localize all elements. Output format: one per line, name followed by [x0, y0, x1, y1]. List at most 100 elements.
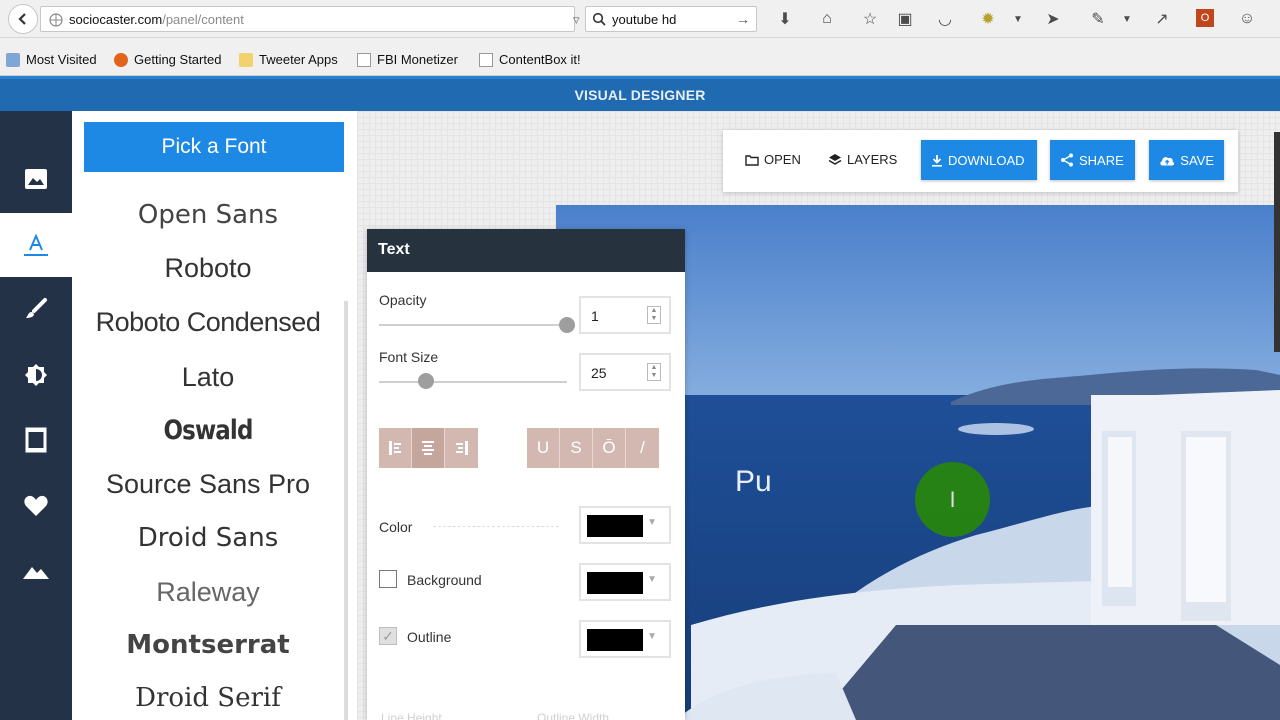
chevron-down-icon[interactable]: ▼ [1117, 9, 1137, 29]
back-button[interactable] [8, 4, 38, 34]
bookmarks-bar: Most Visited Getting Started Tweeter App… [0, 38, 1280, 76]
search-icon [592, 12, 606, 26]
chevron-down-icon[interactable]: ▼ [1008, 9, 1028, 29]
star-icon[interactable]: ☆ [860, 9, 880, 29]
download-button[interactable]: DOWNLOAD [921, 140, 1037, 180]
font-option-raleway[interactable]: Raleway [72, 577, 344, 608]
save-button[interactable]: SAVE [1149, 140, 1224, 180]
rail-item-favorites[interactable] [0, 474, 72, 538]
color-label: Color [379, 519, 413, 535]
rail-item-adjust[interactable] [0, 343, 72, 407]
outline-checkbox[interactable]: ✓ [379, 627, 397, 645]
bookmark-most-visited[interactable]: Most Visited [6, 52, 97, 67]
landscape-icon [23, 567, 49, 579]
opacity-slider-thumb[interactable] [559, 317, 575, 333]
italic-button[interactable]: / [626, 428, 659, 468]
background-checkbox[interactable] [379, 570, 397, 588]
font-option-roboto[interactable]: Roboto [72, 253, 344, 284]
folder-icon [239, 52, 253, 67]
send-icon[interactable]: ➤ [1043, 9, 1063, 29]
font-option-roboto-condensed[interactable]: Roboto Condensed [72, 307, 344, 338]
outline-width-label: Outline Width [537, 711, 610, 720]
rail-item-images[interactable] [0, 147, 72, 211]
extension-icon[interactable]: ✹ [978, 9, 998, 29]
search-bar[interactable]: youtube hd → [585, 6, 757, 32]
app-title: VISUAL DESIGNER [574, 87, 706, 103]
download-icon [932, 154, 942, 167]
font-option-droid-sans[interactable]: Droid Sans [72, 523, 344, 553]
bookmark-tweeter-apps[interactable]: Tweeter Apps [239, 52, 338, 67]
font-option-lato[interactable]: Lato [72, 362, 344, 393]
color-swatch [587, 515, 643, 537]
font-option-open-sans[interactable]: Open Sans [72, 200, 344, 230]
dropdown-arrow-icon[interactable]: ▿ [573, 12, 580, 28]
font-size-label: Font Size [379, 349, 439, 365]
rail-item-brush[interactable] [0, 277, 72, 341]
chat-icon[interactable]: ☺ [1237, 9, 1257, 29]
outline-label: Outline [407, 629, 452, 645]
overline-button[interactable]: Ō [593, 428, 626, 468]
text-cursor-icon: I [949, 486, 956, 512]
chevron-down-icon: ▼ [647, 631, 657, 642]
layers-button[interactable]: LAYERS [828, 152, 897, 167]
addon-icon[interactable]: ✎ [1088, 9, 1108, 29]
text-icon [24, 233, 48, 256]
font-panel: Pick a Font Open Sans Roboto Roboto Cond… [72, 111, 357, 720]
align-center-icon [422, 441, 434, 455]
font-size-slider-thumb[interactable] [418, 373, 434, 389]
canvas-text-layer[interactable]: Pu [735, 465, 772, 499]
font-option-montserrat[interactable]: Montserrat [72, 630, 344, 660]
url-bar[interactable]: sociocaster.com/panel/content ▿ ↻ [40, 6, 605, 32]
font-panel-scrollbar[interactable] [344, 301, 348, 720]
underline-button[interactable]: U [527, 428, 560, 468]
frame-icon [25, 427, 47, 453]
strikethrough-button[interactable]: S [560, 428, 593, 468]
bookmark-contentbox[interactable]: ContentBox it! [479, 52, 581, 67]
background-color-picker[interactable]: ▼ [579, 563, 671, 601]
url-text: sociocaster.com/panel/content [69, 12, 244, 27]
opacity-label: Opacity [379, 292, 427, 308]
text-color-picker[interactable]: ▼ [579, 506, 671, 544]
pin-icon[interactable]: ↗ [1152, 9, 1172, 29]
text-panel-title: Text [367, 229, 685, 272]
clipboard-icon[interactable]: ▣ [895, 9, 915, 29]
bookmark-folder-icon [6, 52, 20, 67]
pocket-icon[interactable]: ◡ [935, 9, 955, 29]
font-size-slider[interactable] [379, 381, 567, 383]
color-swatch [587, 572, 643, 594]
folder-icon [745, 154, 759, 166]
adjust-icon [25, 364, 47, 386]
office-icon[interactable]: O [1196, 9, 1214, 27]
font-option-droid-serif[interactable]: Droid Serif [72, 683, 344, 713]
text-properties-panel: Text Opacity 1 ▲ ▼ Font Size 25 ▲ ▼ U S Ō … [367, 229, 685, 720]
color-swatch [587, 629, 643, 651]
outline-color-picker[interactable]: ▼ [579, 620, 671, 658]
align-left-icon [389, 441, 401, 455]
stepper-icon[interactable]: ▲ ▼ [647, 306, 661, 324]
open-button[interactable]: OPEN [745, 152, 801, 167]
bookmark-fbi-monetizer[interactable]: FBI Monetizer [357, 52, 458, 67]
align-center-button[interactable] [412, 428, 445, 468]
home-icon[interactable]: ⌂ [817, 9, 837, 29]
background-label: Background [407, 572, 482, 588]
bookmark-getting-started[interactable]: Getting Started [114, 52, 221, 67]
align-right-button[interactable] [445, 428, 478, 468]
opacity-input[interactable]: 1 ▲ ▼ [579, 296, 671, 334]
font-option-source-sans-pro[interactable]: Source Sans Pro [72, 469, 344, 500]
rail-item-frame[interactable] [0, 408, 72, 472]
download-arrow-icon[interactable]: ⬇ [775, 9, 795, 29]
opacity-slider[interactable] [379, 324, 567, 326]
rail-item-backgrounds[interactable] [0, 539, 72, 603]
search-query: youtube hd [612, 12, 677, 27]
share-button[interactable]: SHARE [1050, 140, 1135, 180]
heart-icon [24, 495, 48, 516]
font-size-input[interactable]: 25 ▲ ▼ [579, 353, 671, 391]
page-icon [479, 52, 493, 67]
stepper-icon[interactable]: ▲ ▼ [647, 363, 661, 381]
rail-item-text[interactable] [0, 213, 72, 277]
align-left-button[interactable] [379, 428, 412, 468]
font-option-oswald[interactable]: Oswald [92, 415, 323, 446]
pick-font-button[interactable]: Pick a Font [84, 122, 344, 172]
search-go-icon[interactable]: → [736, 11, 750, 27]
right-panel-edge [1274, 132, 1280, 352]
